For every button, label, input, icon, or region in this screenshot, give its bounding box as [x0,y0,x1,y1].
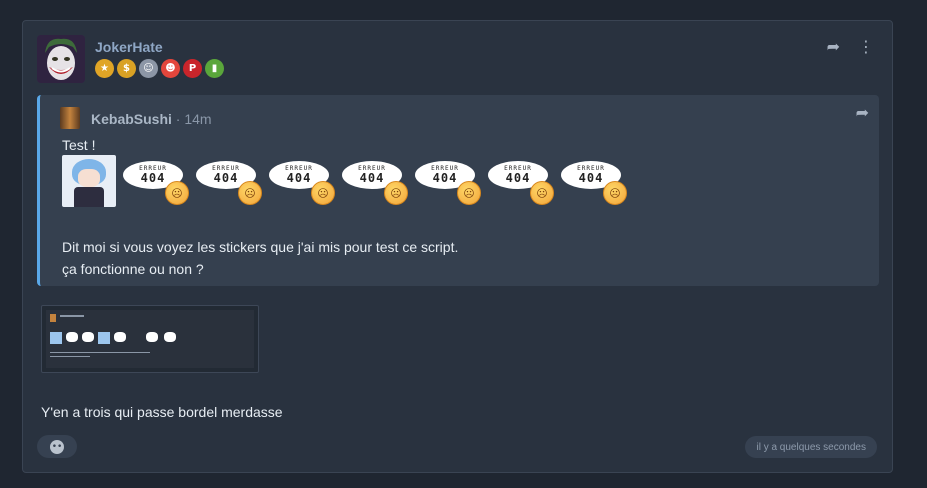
screenshot-content [46,310,254,368]
quote-author-avatar[interactable] [60,107,80,129]
angry-face-icon: ☹ [384,181,408,205]
dollar-badge-icon[interactable]: $ [117,59,136,78]
author-name[interactable]: JokerHate [95,39,163,55]
sticker-code: 404 [432,171,458,185]
wp-badge-icon[interactable]: P [183,59,202,78]
attached-screenshot[interactable] [41,305,259,373]
joker-avatar-image [37,35,85,83]
angry-face-icon: ☹ [311,181,335,205]
error-404-sticker: ERREUR 404 ☹ [196,155,262,207]
badge-list: ★ $ ☺ ☻ P ▮ [95,59,224,78]
sticker-code: 404 [140,171,166,185]
error-404-sticker: ERREUR 404 ☹ [269,155,335,207]
post-body-text: Y'en a trois qui passe bordel merdasse [41,404,283,420]
emoji-icon: •• [50,439,64,454]
trash-badge-icon[interactable]: ▮ [205,59,224,78]
add-reaction-button[interactable]: •• [37,435,77,458]
quote-author-name[interactable]: KebabSushi [91,111,172,127]
quote-text-line2: Dit moi si vous voyez les stickers que j… [62,239,459,255]
angry-face-icon: ☹ [165,181,189,205]
quoted-message: KebabSushi · 14m ➦ Test ! ERREUR 404 ☹ ERRE… [37,95,879,286]
sticker-code: 404 [213,171,239,185]
error-404-sticker: ERREUR 404 ☹ [488,155,554,207]
error-404-sticker: ERREUR 404 ☹ [415,155,481,207]
rem-sticker [62,155,116,207]
portrait-badge-icon[interactable]: ☺ [139,59,158,78]
post-timestamp: il y a quelques secondes [745,436,877,458]
post-actions: ➦ ⋮ [827,39,874,55]
error-404-sticker: ERREUR 404 ☹ [123,155,189,207]
angry-face-icon: ☹ [530,181,554,205]
sticker-code: 404 [578,171,604,185]
forum-post: JokerHate ★ $ ☺ ☻ P ▮ ➦ ⋮ KebabSushi · 14m ➦ … [22,20,893,473]
quote-share-icon[interactable]: ➦ [856,105,869,121]
quote-text-body: Dit moi si vous voyez les stickers que j… [62,236,458,280]
quote-author-line: KebabSushi · 14m [91,111,212,127]
clown-badge-icon[interactable]: ☻ [161,59,180,78]
quote-text-line3: ça fonctionne ou non ? [62,261,204,277]
angry-face-icon: ☹ [457,181,481,205]
sticker-code: 404 [359,171,385,185]
share-icon[interactable]: ➦ [827,39,840,55]
quote-time: 14m [184,111,212,127]
angry-face-icon: ☹ [238,181,262,205]
author-avatar[interactable] [37,35,85,83]
sticker-code: 404 [286,171,312,185]
star-badge-icon[interactable]: ★ [95,59,114,78]
error-404-sticker: ERREUR 404 ☹ [342,155,408,207]
angry-face-icon: ☹ [603,181,627,205]
sticker-row: ERREUR 404 ☹ ERREUR 404 ☹ ERREUR 404 ☹ ERREUR 404 ☹… [62,155,627,207]
error-404-sticker: ERREUR 404 ☹ [561,155,627,207]
quote-text-line1: Test ! [62,137,96,153]
sticker-code: 404 [505,171,531,185]
more-vertical-icon[interactable]: ⋮ [858,39,874,55]
